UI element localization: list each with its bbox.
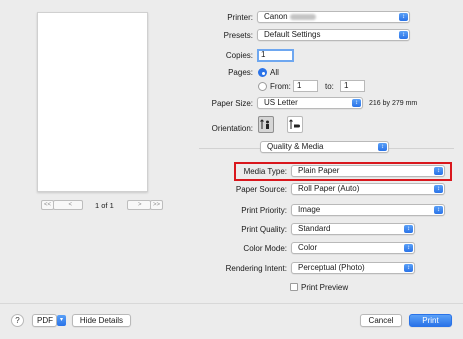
last-page-button[interactable]: >> [150,200,163,210]
printer-select[interactable]: Canon [257,11,410,23]
panel-selector[interactable]: Quality & Media [260,141,389,153]
pages-range-radio[interactable] [258,82,267,91]
chevron-updown-icon [404,264,413,272]
pages-all-label: All [270,68,279,77]
orientation-landscape-button[interactable] [287,116,303,133]
paper-size-value: US Letter [264,98,298,107]
chevron-updown-icon [399,31,408,39]
pdf-menu-chevron-icon[interactable]: ▾ [57,315,66,326]
cancel-button[interactable]: Cancel [360,314,402,327]
pages-label: Pages: [228,68,253,77]
paper-size-label: Paper Size: [211,99,253,108]
pdf-button[interactable]: PDF [32,314,57,327]
pages-to-label: to: [325,82,334,91]
next-page-button[interactable]: > [127,200,151,210]
chevron-updown-icon [404,244,413,252]
paper-dimensions: 216 by 279 mm [369,100,418,107]
presets-value: Default Settings [264,30,321,39]
paper-source-label: Paper Source: [235,185,287,194]
print-preview-checkbox[interactable] [290,283,298,291]
presets-label: Presets: [223,31,253,40]
print-preview-label: Print Preview [301,283,349,292]
panel-selector-value: Quality & Media [267,142,324,151]
pages-all-radio[interactable] [258,68,267,77]
presets-select[interactable]: Default Settings [257,29,410,41]
copies-label: Copies: [225,51,253,60]
print-priority-value: Image [298,205,321,214]
page-indicator: 1 of 1 [95,201,114,210]
media-type-label: Media Type: [243,167,287,176]
chevron-updown-icon [352,99,361,107]
color-mode-value: Color [298,243,318,252]
pages-to-input[interactable]: 1 [340,80,365,92]
portrait-person-icon [260,119,269,129]
hide-details-button[interactable]: Hide Details [72,314,131,327]
print-priority-select[interactable]: Image [291,204,445,216]
print-button[interactable]: Print [409,314,452,327]
chevron-updown-icon [434,185,443,193]
orientation-portrait-button[interactable] [258,116,274,133]
print-quality-select[interactable]: Standard [291,223,415,235]
print-priority-label: Print Priority: [241,206,287,215]
paper-size-select[interactable]: US Letter [257,97,363,109]
printer-model-redacted [289,13,316,20]
rendering-intent-select[interactable]: Perceptual (Photo) [291,262,415,274]
paper-source-value: Roll Paper (Auto) [298,184,360,193]
landscape-person-icon [289,119,300,129]
chevron-updown-icon [434,167,443,175]
paper-source-select[interactable]: Roll Paper (Auto) [291,183,445,195]
orientation-label: Orientation: [211,124,253,133]
chevron-updown-icon [404,225,413,233]
printer-value: Canon [264,12,288,21]
previous-page-button[interactable]: < [53,200,83,210]
copies-input[interactable]: 1 [257,49,294,62]
media-type-value: Plain Paper [298,166,340,175]
rendering-intent-label: Rendering Intent: [225,264,287,273]
pages-from-label: From: [270,82,291,91]
page-preview [37,12,148,192]
print-quality-label: Print Quality: [241,225,287,234]
help-button[interactable]: ? [11,314,24,327]
color-mode-label: Color Mode: [243,244,287,253]
rendering-intent-value: Perceptual (Photo) [298,263,365,272]
footer-divider [0,303,463,304]
color-mode-select[interactable]: Color [291,242,415,254]
chevron-updown-icon [378,143,387,151]
print-quality-value: Standard [298,224,331,233]
chevron-updown-icon [434,206,443,214]
pages-from-input[interactable]: 1 [293,80,318,92]
chevron-updown-icon [399,13,408,21]
printer-label: Printer: [227,13,253,22]
media-type-select[interactable]: Plain Paper [291,165,445,177]
